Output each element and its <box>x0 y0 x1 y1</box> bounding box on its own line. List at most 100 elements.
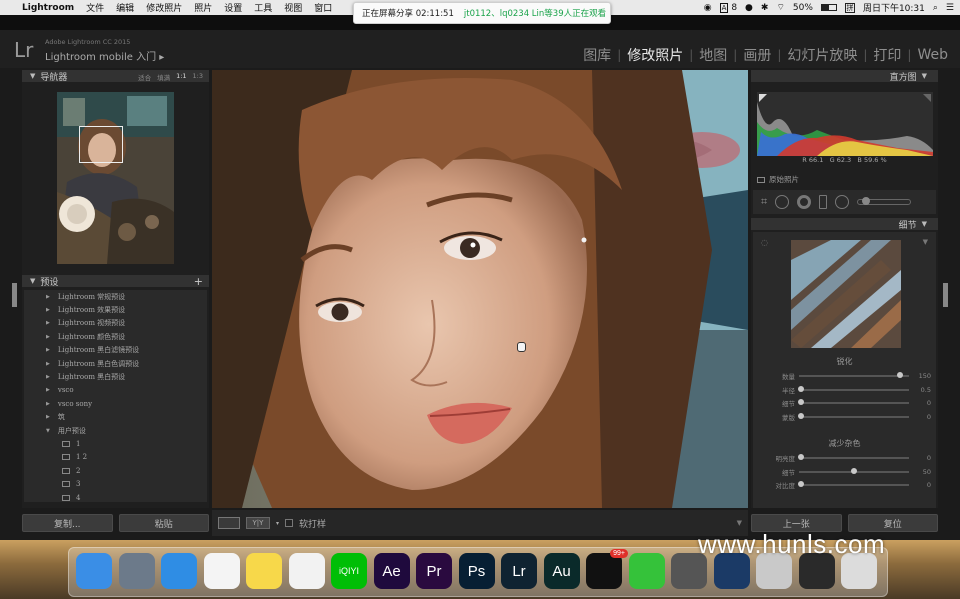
premiere-icon[interactable]: Pr <box>416 553 452 589</box>
audition-icon[interactable]: Au <box>543 553 580 589</box>
brush-slider[interactable] <box>857 197 912 205</box>
slider-thumb[interactable] <box>798 385 805 392</box>
red-eye-icon[interactable] <box>797 195 812 209</box>
preset-item[interactable]: ▶ Lightroom 黑白色调预设 <box>24 357 207 370</box>
menu-window[interactable]: 窗口 <box>314 1 332 14</box>
menu-photo[interactable]: 照片 <box>194 1 212 14</box>
preset-item[interactable]: 3 <box>24 477 207 490</box>
toolbar-menu-icon[interactable]: ▼ <box>737 519 742 527</box>
navigator-thumbnail[interactable] <box>57 92 174 264</box>
menu-view[interactable]: 视图 <box>284 1 302 14</box>
crop-icon[interactable]: ⌗ <box>761 195 767 209</box>
slider-track[interactable] <box>799 372 909 378</box>
lightroom-icon[interactable]: Lr <box>501 553 537 589</box>
slider-value[interactable]: 50 <box>909 468 931 476</box>
reminders-icon[interactable] <box>203 553 240 589</box>
detail-preview[interactable] <box>791 240 901 348</box>
preset-item[interactable]: ▶ Lightroom 黑白预设 <box>24 370 207 383</box>
photos-icon[interactable] <box>288 553 325 589</box>
input-method-icon[interactable]: 拼 <box>844 2 855 13</box>
preset-item[interactable]: ▶ Lightroom 黑白滤镜预设 <box>24 344 207 357</box>
preset-item[interactable]: ▶ vsco sony <box>24 397 207 410</box>
launchpad-icon[interactable] <box>118 553 155 589</box>
menu-file[interactable]: 文件 <box>86 1 104 14</box>
slider-track[interactable] <box>798 481 909 487</box>
module-slideshow[interactable]: 幻灯片放映 <box>781 45 863 65</box>
module-develop[interactable]: 修改照片 <box>621 45 689 65</box>
photoshop-icon[interactable]: Ps <box>458 553 495 589</box>
preset-item[interactable]: ▼ 用户预设 <box>24 424 207 437</box>
slider-thumb[interactable] <box>851 467 857 474</box>
after-effects-icon[interactable]: Ae <box>373 553 410 589</box>
zoom-1-1[interactable]: 1:1 <box>176 72 186 82</box>
module-book[interactable]: 画册 <box>737 45 777 65</box>
preset-item[interactable]: ▶ Lightroom 视频预设 <box>24 317 207 330</box>
slider-value[interactable]: 0 <box>909 399 931 407</box>
slider-value[interactable]: 0 <box>909 454 931 462</box>
screen-share-banner[interactable]: 正在屏幕分享 02:11:51 jt0112、lq0234 Lin等39人正在观… <box>353 2 611 24</box>
detail-target-icon[interactable]: ◌ <box>761 238 768 247</box>
slider-thumb[interactable] <box>897 372 904 378</box>
menu-edit[interactable]: 编辑 <box>116 1 134 14</box>
module-print[interactable]: 打印 <box>867 45 907 65</box>
preset-item[interactable]: ▶ vsco <box>24 384 207 397</box>
chevron-down-icon[interactable]: ▾ <box>276 520 279 527</box>
original-photo-toggle[interactable]: 原始照片 <box>757 174 799 185</box>
slider-track[interactable] <box>799 467 909 474</box>
copy-settings-button[interactable]: 复制... <box>22 514 113 532</box>
bluetooth-icon[interactable]: ✱ <box>761 3 769 13</box>
module-library[interactable]: 图库 <box>577 45 617 65</box>
slider-value[interactable]: 0 <box>909 413 931 421</box>
finder-icon[interactable] <box>76 553 112 589</box>
slider-thumb[interactable] <box>798 412 805 419</box>
disclosure-down-icon[interactable]: ▼ <box>922 72 927 80</box>
wifi-icon[interactable]: ⌔ <box>776 2 784 13</box>
notes-icon[interactable] <box>246 553 282 589</box>
preset-item[interactable]: ▶ Lightroom 效果预设 <box>24 303 207 316</box>
slider-thumb[interactable] <box>798 454 805 460</box>
record-icon[interactable]: ◉ <box>704 3 712 13</box>
module-web[interactable]: Web <box>911 47 954 63</box>
slider-track[interactable] <box>798 399 909 405</box>
radial-filter-icon[interactable] <box>835 195 850 209</box>
disclosure-down-icon[interactable]: ▼ <box>30 72 35 80</box>
safari-icon[interactable] <box>161 553 197 589</box>
ai-status[interactable]: A 8 <box>719 2 737 13</box>
iqiyi-icon[interactable]: iQIYI <box>331 553 367 589</box>
histogram[interactable] <box>757 92 933 156</box>
preset-item[interactable]: ▶ 筑 <box>24 411 207 424</box>
left-panel-toggle[interactable] <box>12 283 17 307</box>
lightroom-mobile-link[interactable]: Lightroom mobile 入门 ▸ <box>45 48 164 63</box>
zoom-fit[interactable]: 适合 <box>138 72 151 82</box>
preset-item[interactable]: ▶ Lightroom 常规预设 <box>24 290 207 303</box>
slider-thumb[interactable] <box>798 399 805 405</box>
app-menu[interactable]: Lightroom <box>22 3 74 13</box>
menu-settings[interactable]: 设置 <box>224 1 242 14</box>
module-map[interactable]: 地图 <box>693 45 733 65</box>
menu-tools[interactable]: 工具 <box>254 1 272 14</box>
slider-value[interactable]: 0 <box>909 481 931 489</box>
preset-item[interactable]: 1 <box>24 437 207 450</box>
right-panel-toggle[interactable] <box>943 283 948 307</box>
graduated-filter-icon[interactable] <box>819 195 828 209</box>
slider-track[interactable] <box>798 454 909 460</box>
slider-track[interactable] <box>798 385 909 392</box>
preset-item[interactable]: ▶ Lightroom 颜色预设 <box>24 330 207 343</box>
navigator-view-box[interactable] <box>79 126 123 163</box>
loupe-view-icon[interactable] <box>218 517 240 529</box>
notification-center-icon[interactable]: ☰ <box>946 3 954 13</box>
preset-item[interactable]: 2 <box>24 464 207 477</box>
wechat-icon[interactable] <box>628 553 665 589</box>
preset-item[interactable]: 1 2 <box>24 451 207 464</box>
detail-preview-toggle-icon[interactable]: ▼ <box>923 238 928 246</box>
zoom-fill[interactable]: 填满 <box>157 72 170 82</box>
spot-removal-icon[interactable] <box>775 195 790 209</box>
slider-thumb[interactable] <box>798 481 805 487</box>
disclosure-down-icon[interactable]: ▼ <box>30 277 35 285</box>
slider-value[interactable]: 0.5 <box>909 386 931 394</box>
add-preset-icon[interactable]: + <box>194 275 203 288</box>
disclosure-down-icon[interactable]: ▼ <box>922 220 927 228</box>
slider-track[interactable] <box>798 412 909 419</box>
navigator-header[interactable]: ▼ 导航器 适合 填满 1:1 1:3 <box>22 70 209 83</box>
main-photo-view[interactable] <box>212 70 748 508</box>
